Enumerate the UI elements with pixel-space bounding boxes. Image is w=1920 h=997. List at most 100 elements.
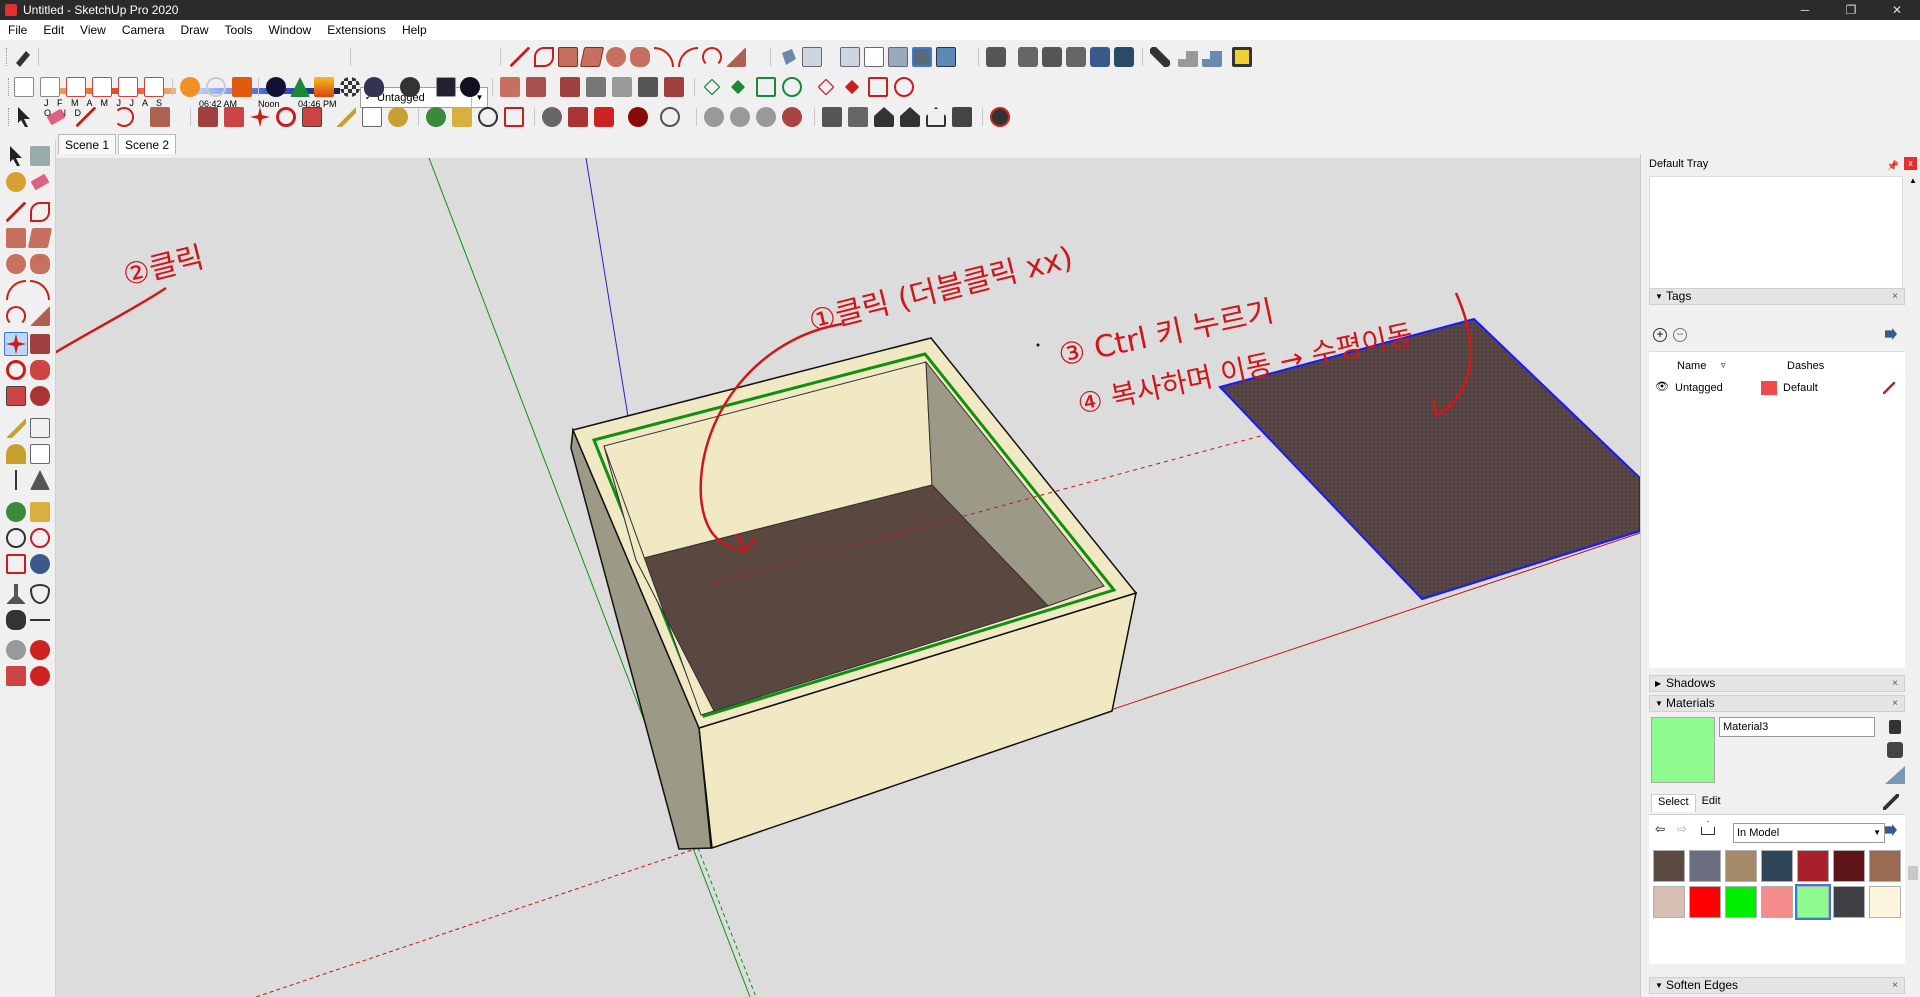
zoom-extents-icon[interactable] (504, 107, 524, 127)
sync-icon[interactable] (180, 77, 200, 97)
push-pull-tool-icon[interactable] (198, 107, 218, 127)
two-point-arc-icon[interactable] (678, 47, 698, 67)
house-icon[interactable] (874, 107, 894, 127)
extension-warehouse-icon[interactable] (1066, 47, 1086, 67)
rotate-tool-icon[interactable] (6, 360, 26, 380)
ruby-icon[interactable] (30, 666, 50, 686)
minimize-button[interactable]: ─ (1782, 0, 1828, 20)
stack-icon[interactable] (232, 77, 252, 97)
tag-row-untagged[interactable]: 👁 Untagged Default (1649, 380, 1905, 398)
protractor-tool-icon[interactable] (6, 444, 26, 464)
eraser-icon[interactable] (46, 108, 66, 126)
menu-tools[interactable]: Tools (217, 20, 261, 40)
delete-tag-icon[interactable]: − (1673, 328, 1687, 342)
close-panel-icon[interactable]: × (1892, 978, 1898, 993)
outer-shell-icon[interactable] (664, 77, 684, 97)
scale-tool-icon[interactable] (302, 107, 322, 127)
tab-edit[interactable]: Edit (1696, 794, 1727, 812)
section-display-green-icon[interactable] (782, 77, 802, 97)
extension-manager-icon[interactable] (1114, 47, 1134, 67)
zoom-window-tool-icon[interactable] (30, 528, 50, 548)
settings-gear-icon[interactable] (400, 77, 420, 97)
back-arrow-icon[interactable]: ⇦ (1655, 822, 1665, 836)
menu-window[interactable]: Window (261, 20, 320, 40)
push-pull-tool-icon[interactable] (30, 334, 50, 354)
view-iso-icon[interactable] (782, 49, 796, 65)
warehouse-icon[interactable] (1018, 47, 1038, 67)
push-pull-icon[interactable] (500, 77, 520, 97)
sandbox-smoove-icon[interactable] (704, 107, 724, 127)
sandbox-icon[interactable] (6, 640, 26, 660)
default-material-icon[interactable] (1887, 742, 1903, 758)
three-point-arc-icon[interactable] (702, 47, 722, 67)
offset-tool-icon[interactable] (30, 386, 50, 406)
move-tool-icon[interactable] (250, 107, 270, 127)
eraser-tool-icon[interactable] (30, 173, 50, 191)
material-swatch[interactable] (1653, 850, 1685, 882)
material-swatch[interactable] (1869, 886, 1901, 918)
sandbox-add-detail-icon[interactable] (782, 107, 802, 127)
position-camera-tool-icon[interactable] (6, 584, 26, 604)
3d-text-tool-icon[interactable] (30, 470, 50, 490)
details-arrow-icon[interactable] (1885, 824, 1897, 836)
sandbox-drape-icon[interactable] (756, 107, 776, 127)
extension-icon[interactable] (30, 640, 50, 660)
paint-bucket-tool-icon[interactable] (6, 172, 26, 192)
mail-icon[interactable] (436, 77, 456, 97)
material-swatch[interactable] (1797, 850, 1829, 882)
forward-arrow-icon[interactable]: ⇨ (1677, 822, 1687, 836)
material-swatch[interactable] (1833, 886, 1865, 918)
menu-edit[interactable]: Edit (35, 20, 72, 40)
components-icon[interactable] (594, 107, 614, 127)
warehouse-models-icon[interactable] (822, 107, 842, 127)
select-tool-icon[interactable] (10, 146, 22, 166)
rectangle-tool-icon[interactable] (6, 228, 26, 248)
photo-texture-icon[interactable] (314, 77, 334, 97)
house-outline-icon[interactable] (926, 107, 946, 127)
tape-measure-icon[interactable] (336, 107, 356, 127)
material-library-select[interactable]: In Model ▼ (1733, 823, 1885, 843)
line-tool-icon[interactable] (6, 202, 26, 222)
section-plane-tool-icon[interactable] (30, 619, 50, 621)
visibility-eye-icon[interactable]: 👁 (1655, 380, 1669, 393)
zoom-icon[interactable] (478, 107, 498, 127)
section-red-icon[interactable] (817, 78, 835, 96)
circle-tool-icon[interactable] (606, 47, 626, 67)
stairs-blue-icon[interactable] (1202, 51, 1222, 67)
line-tool-icon[interactable] (510, 47, 530, 67)
zoom-tool-icon[interactable] (6, 528, 26, 548)
house-2-icon[interactable] (900, 107, 920, 127)
pencil-icon[interactable] (76, 107, 96, 127)
stairs-icon[interactable] (1178, 51, 1198, 67)
cloud-icon[interactable] (364, 77, 384, 97)
arc-tool-icon[interactable] (654, 47, 674, 67)
dimension-tool-icon[interactable] (30, 418, 50, 438)
xray-style-icon[interactable] (840, 47, 860, 67)
material-name-field[interactable]: Material3 (1719, 717, 1875, 737)
polygon-tool-icon[interactable] (30, 254, 50, 274)
zoom-extents-tool-icon[interactable] (6, 554, 26, 574)
menu-help[interactable]: Help (394, 20, 435, 40)
follow-me-tool-icon[interactable] (224, 107, 244, 127)
tools-icon[interactable] (1150, 47, 1170, 67)
rotated-rectangle-tool-icon[interactable] (579, 47, 605, 67)
checker-icon[interactable] (340, 77, 360, 97)
three-point-arc-tool-icon[interactable] (6, 306, 26, 326)
sandbox-stamp-icon[interactable] (730, 107, 750, 127)
book-icon[interactable] (848, 107, 868, 127)
paste-icon[interactable] (144, 77, 164, 97)
paint-bucket-icon[interactable] (16, 51, 30, 67)
solid-subtract-icon[interactable] (586, 77, 606, 97)
solid-union-icon[interactable] (560, 77, 580, 97)
section-fill-red-icon[interactable] (844, 79, 860, 95)
freehand-tool-icon[interactable] (30, 202, 50, 222)
section-cut-red-icon[interactable] (868, 77, 888, 97)
scene-tab-1[interactable]: Scene 1 (58, 134, 117, 154)
layout-send-icon[interactable] (6, 666, 26, 686)
close-window-button[interactable]: ✕ (1874, 0, 1920, 20)
solid-trim-icon[interactable] (612, 77, 632, 97)
arc-tool-icon[interactable] (6, 280, 26, 300)
tags-panel-header[interactable]: ▼ Tags × (1649, 288, 1905, 305)
material-swatch[interactable] (1653, 886, 1685, 918)
wireframe-style-icon[interactable] (864, 47, 884, 67)
